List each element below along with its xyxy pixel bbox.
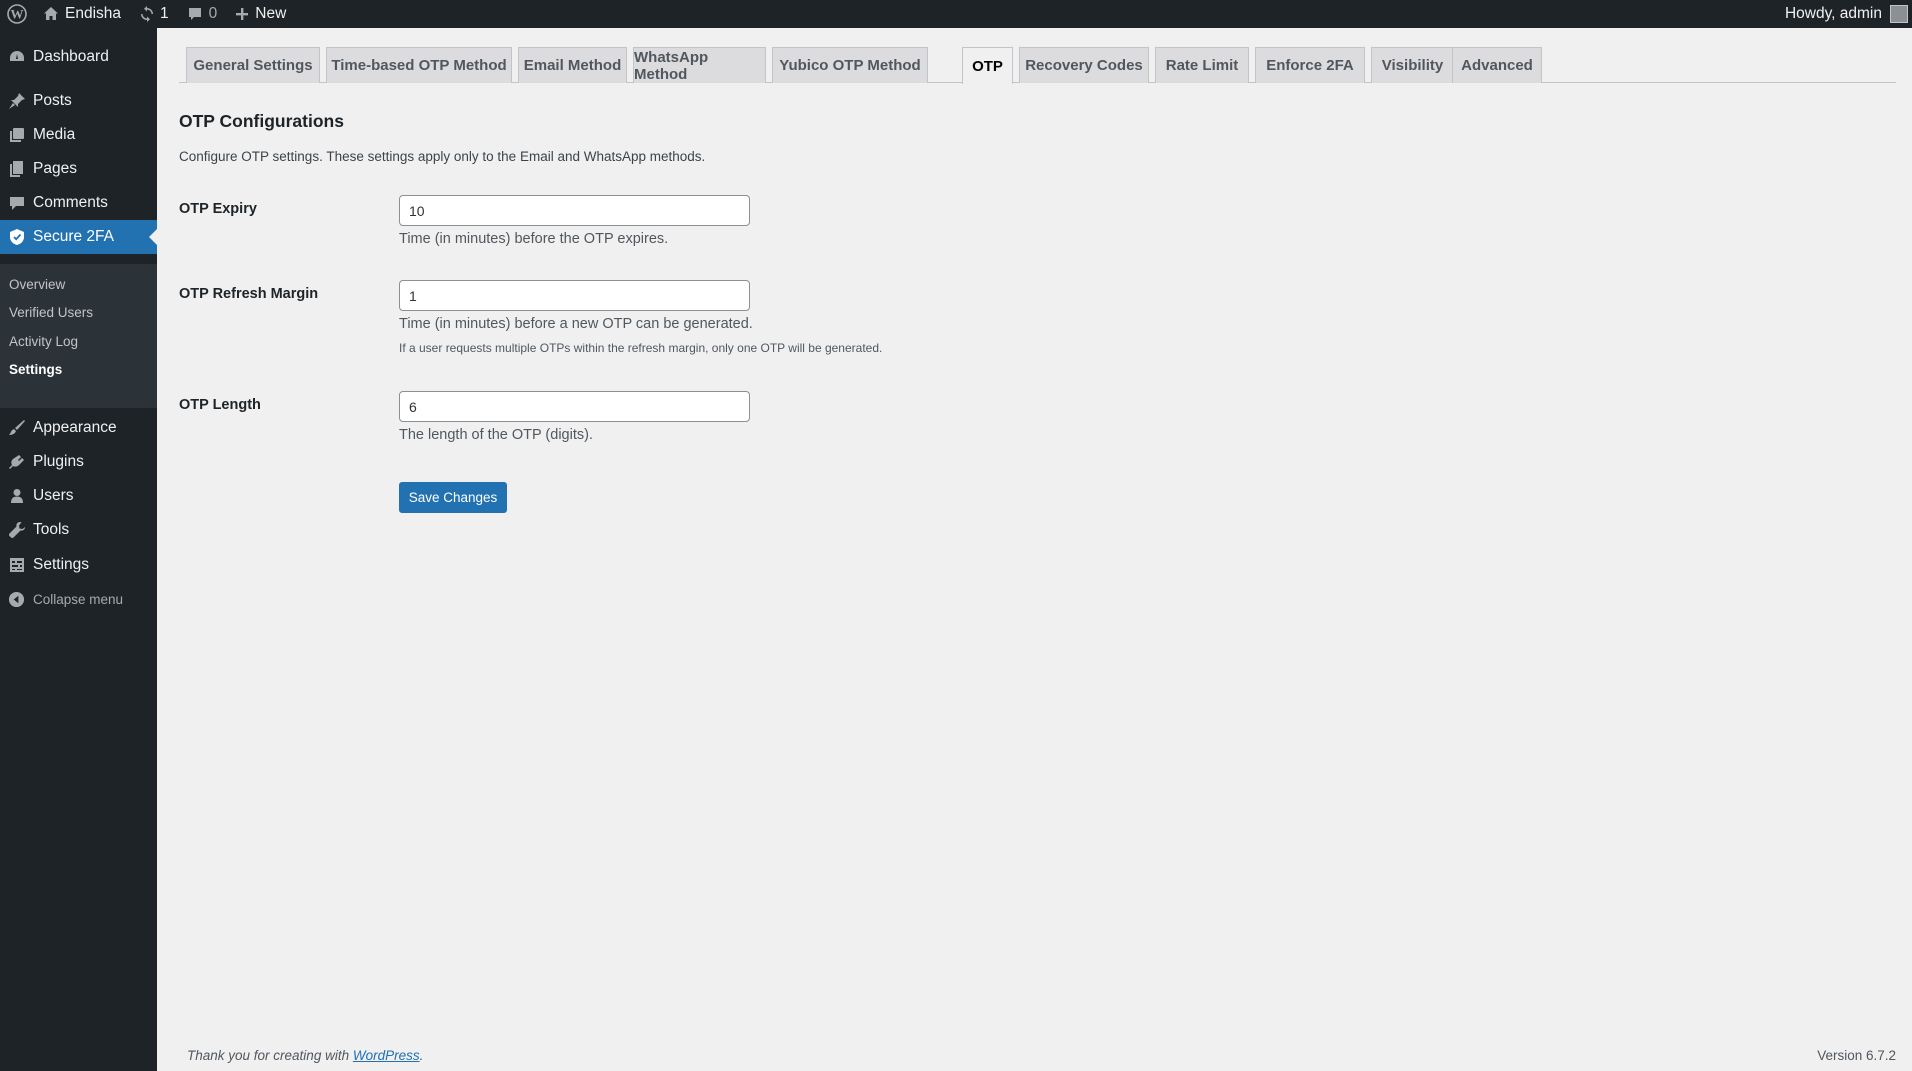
submenu-activity-log[interactable]: Activity Log — [9, 332, 78, 352]
tab-recovery-codes[interactable]: Recovery Codes — [1019, 47, 1149, 83]
collapse-label: Collapse menu — [33, 591, 124, 607]
menu-posts[interactable]: Posts — [0, 84, 157, 118]
submenu-overview[interactable]: Overview — [9, 275, 65, 295]
otp-expiry-description: Time (in minutes) before the OTP expires… — [399, 231, 669, 247]
menu-label: Dashboard — [33, 48, 109, 65]
menu-label: Media — [33, 126, 76, 143]
save-changes-button[interactable]: Save Changes — [399, 482, 507, 513]
tab-general-settings[interactable]: General Settings — [186, 47, 320, 83]
tab-otp[interactable]: OTP — [962, 47, 1013, 84]
tab-yubico-otp-method[interactable]: Yubico OTP Method — [772, 47, 928, 83]
plus-icon — [236, 8, 249, 20]
footer-version: Version 6.7.2 — [1817, 1048, 1896, 1063]
menu-tools[interactable]: Tools — [0, 513, 157, 547]
menu-label: Secure 2FA — [33, 228, 114, 245]
menu-comments[interactable]: Comments — [0, 186, 157, 220]
avatar — [1890, 5, 1908, 23]
plug-icon — [0, 453, 33, 471]
otp-refresh-margin-note: If a user requests multiple OTPs within … — [399, 341, 883, 355]
tab-whatsapp-method[interactable]: WhatsApp Method — [633, 47, 766, 83]
collapse-menu-button[interactable]: Collapse menu — [0, 582, 157, 616]
tab-enforce-2fa[interactable]: Enforce 2FA — [1255, 47, 1365, 83]
submenu-settings[interactable]: Settings — [9, 360, 62, 380]
user-icon — [0, 487, 33, 505]
section-heading: OTP Configurations — [179, 111, 344, 131]
site-name: Endisha — [65, 5, 122, 22]
menu-pages[interactable]: Pages — [0, 152, 157, 186]
menu-settings[interactable]: Settings — [0, 548, 157, 582]
otp-expiry-label: OTP Expiry — [179, 201, 257, 217]
comment-icon — [188, 8, 201, 20]
tab-time-based-otp-method[interactable]: Time-based OTP Method — [326, 47, 512, 83]
new-content-link[interactable]: New — [226, 0, 295, 28]
section-description: Configure OTP settings. These settings a… — [179, 149, 706, 164]
otp-refresh-margin-input[interactable] — [399, 280, 750, 311]
comments-count: 0 — [208, 5, 218, 22]
updates-link[interactable]: 1 — [130, 0, 178, 28]
settings-tabs: General Settings Time-based OTP Method E… — [179, 47, 1896, 84]
otp-length-description: The length of the OTP (digits). — [399, 427, 593, 443]
otp-refresh-margin-label: OTP Refresh Margin — [179, 286, 319, 302]
collapse-arrow-icon — [0, 591, 33, 608]
secure-2fa-submenu: Overview Verified Users Activity Log Set… — [0, 264, 157, 408]
my-account-link[interactable]: Howdy, admin — [1776, 0, 1912, 28]
menu-label: Plugins — [33, 453, 84, 470]
menu-label: Pages — [33, 160, 77, 177]
home-icon — [44, 7, 58, 20]
menu-label: Tools — [33, 521, 70, 538]
menu-label: Users — [33, 487, 74, 504]
menu-appearance[interactable]: Appearance — [0, 411, 157, 445]
otp-length-input[interactable] — [399, 391, 750, 422]
footer-thanks-text: Thank you for creating with — [187, 1048, 353, 1063]
comment-icon — [0, 194, 33, 212]
menu-plugins[interactable]: Plugins — [0, 445, 157, 479]
media-icon — [0, 126, 33, 144]
otp-length-label: OTP Length — [179, 397, 261, 413]
submenu-verified-users[interactable]: Verified Users — [9, 303, 93, 323]
tab-advanced[interactable]: Advanced — [1452, 47, 1542, 83]
menu-label: Comments — [33, 194, 108, 211]
new-label: New — [255, 5, 287, 22]
menu-label: Posts — [33, 92, 72, 109]
updates-count: 1 — [160, 5, 169, 22]
menu-label: Appearance — [33, 419, 117, 436]
menu-label: Settings — [33, 556, 90, 573]
pages-icon — [0, 160, 33, 178]
pin-icon — [0, 92, 33, 110]
tab-rate-limit[interactable]: Rate Limit — [1155, 47, 1249, 83]
otp-refresh-margin-description: Time (in minutes) before a new OTP can b… — [399, 316, 753, 332]
menu-media[interactable]: Media — [0, 118, 157, 152]
wordpress-link[interactable]: WordPress — [353, 1048, 420, 1063]
updates-icon — [141, 6, 154, 22]
tab-visibility[interactable]: Visibility — [1371, 47, 1454, 83]
wrench-icon — [0, 521, 33, 539]
tab-email-method[interactable]: Email Method — [518, 47, 627, 83]
dashboard-icon — [0, 48, 33, 66]
howdy-text: Howdy, admin — [1784, 5, 1882, 22]
settings-icon — [0, 556, 33, 574]
menu-users[interactable]: Users — [0, 479, 157, 513]
brush-icon — [0, 419, 33, 437]
admin-bar: W Endisha 1 0 New Howdy, admin — [0, 0, 1912, 28]
footer-thanks: Thank you for creating with WordPress. — [187, 1048, 423, 1063]
otp-expiry-input[interactable] — [399, 195, 750, 226]
wordpress-logo-icon[interactable]: W — [0, 0, 34, 28]
shield-icon — [0, 228, 33, 246]
comments-link[interactable]: 0 — [178, 0, 227, 28]
menu-dashboard[interactable]: Dashboard — [0, 40, 157, 74]
admin-sidebar: Dashboard Posts Media Pages Comments Sec… — [0, 28, 157, 1071]
menu-secure-2fa[interactable]: Secure 2FA — [0, 220, 157, 254]
footer-thanks-suffix: . — [419, 1048, 424, 1063]
site-name-link[interactable]: Endisha — [34, 0, 130, 28]
svg-text:W: W — [11, 7, 24, 22]
